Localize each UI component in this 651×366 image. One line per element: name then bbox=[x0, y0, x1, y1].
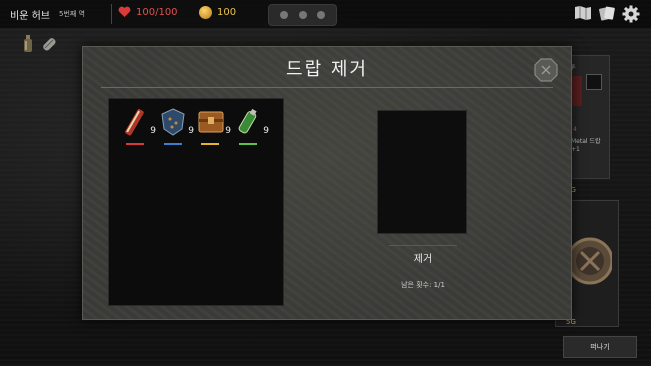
leave-button[interactable]: 떠나기 bbox=[563, 336, 637, 358]
inventory-slot-green-vial[interactable]: 9 bbox=[235, 107, 269, 145]
shop-card-fragment-metal: Metal 드랍 bbox=[571, 138, 601, 145]
rarity-bar-yellow bbox=[201, 143, 219, 145]
header-divider bbox=[111, 4, 112, 24]
progress-dot bbox=[279, 11, 288, 19]
inventory-slot-red-roll[interactable]: 9 bbox=[122, 107, 156, 145]
hp-value: 100/100 bbox=[136, 6, 178, 18]
title-divider bbox=[101, 87, 553, 88]
rarity-bar-blue bbox=[164, 143, 182, 145]
modal-title: 드랍 제거 bbox=[286, 59, 368, 80]
remove-button[interactable]: 제거 bbox=[387, 249, 459, 271]
item-count: 9 bbox=[150, 126, 156, 136]
drop-removal-modal: 드랍 제거 9 9 9 9 제거 남은 횟수: 1/1 bbox=[82, 46, 572, 320]
green-vial-icon bbox=[238, 108, 257, 134]
red-roll-icon bbox=[125, 109, 144, 136]
bronze-box-icon bbox=[198, 111, 224, 133]
relic-bottle-icon[interactable] bbox=[22, 35, 34, 53]
coin-icon bbox=[199, 6, 212, 19]
inventory-slot-blue-armor[interactable]: 9 bbox=[160, 107, 194, 145]
shop-card-fragment-num: 4 bbox=[573, 126, 577, 133]
top-bar: 비운 허브 5번째 역 100/100 100 bbox=[0, 0, 651, 28]
shop-card-badge bbox=[586, 74, 602, 90]
location-title: 비운 허브 bbox=[10, 11, 50, 22]
relic-bandage-icon[interactable] bbox=[40, 35, 58, 53]
inventory-panel: 9 9 9 9 bbox=[108, 98, 284, 306]
close-icon[interactable] bbox=[534, 58, 558, 82]
blue-armor-icon bbox=[161, 108, 185, 136]
map-icon[interactable] bbox=[574, 5, 592, 21]
item-count: 9 bbox=[263, 126, 269, 136]
rarity-bar-red bbox=[126, 143, 144, 145]
heart-icon bbox=[118, 6, 131, 18]
rarity-bar-green bbox=[239, 143, 257, 145]
shop-card-fragment-plus: +1 bbox=[571, 146, 580, 153]
location-subtitle: 5번째 역 bbox=[59, 10, 85, 18]
selected-item-preview[interactable] bbox=[377, 110, 467, 234]
hp-display: 100/100 bbox=[118, 6, 178, 18]
item-count: 9 bbox=[188, 126, 194, 136]
inventory-slot-bronze-box[interactable]: 9 bbox=[197, 107, 231, 145]
gold-display: 100 bbox=[199, 6, 236, 19]
item-count: 9 bbox=[225, 126, 231, 136]
progress-dot bbox=[298, 11, 307, 19]
remove-divider bbox=[389, 245, 457, 246]
gold-value: 100 bbox=[217, 7, 237, 18]
remaining-count: 남은 횟수: 1/1 bbox=[401, 281, 445, 289]
cards-icon[interactable] bbox=[598, 5, 616, 22]
gear-icon[interactable] bbox=[622, 5, 640, 23]
stage-progress-dots bbox=[268, 4, 337, 26]
progress-dot bbox=[317, 11, 326, 19]
